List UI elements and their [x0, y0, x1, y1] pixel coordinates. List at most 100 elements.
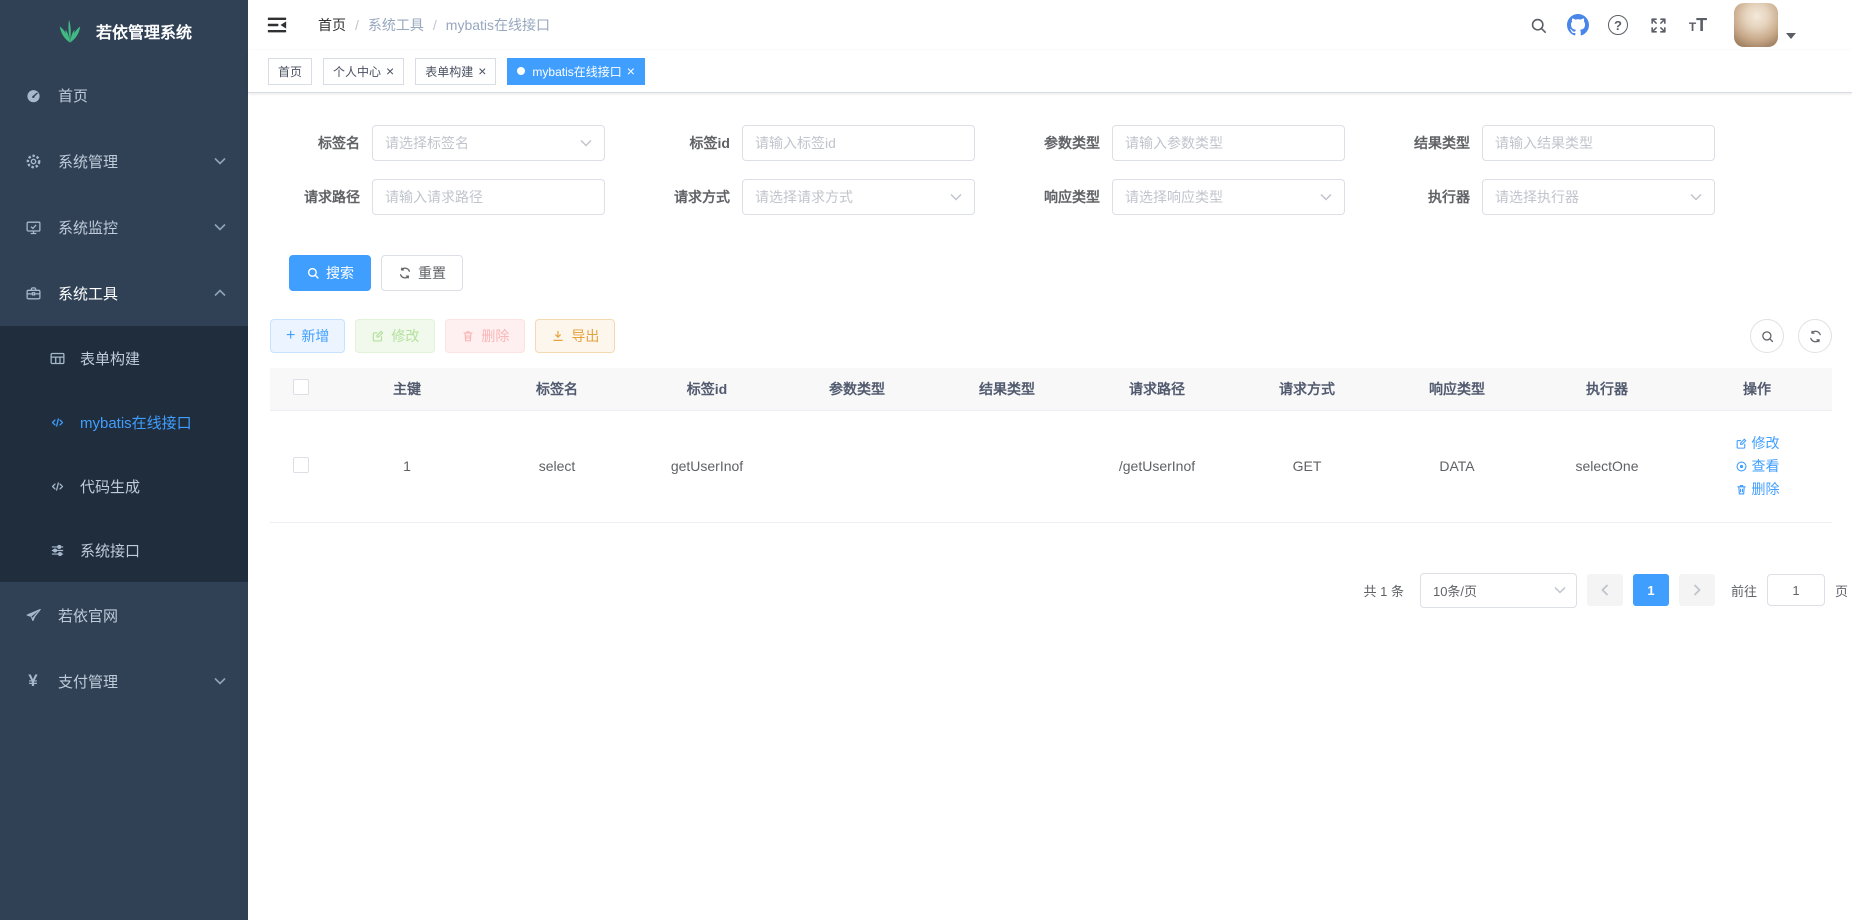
col-result-type: 结果类型 — [932, 368, 1082, 410]
fold-icon — [266, 14, 288, 36]
result-type-field-wrap — [1482, 125, 1715, 161]
gear-icon — [24, 152, 42, 170]
prev-page-button[interactable] — [1587, 574, 1623, 606]
tab-label: 个人中心 — [333, 63, 381, 80]
edit-icon — [1735, 437, 1748, 450]
font-size-button[interactable]: TT — [1678, 0, 1718, 50]
export-button-label: 导出 — [571, 326, 599, 346]
paper-plane-icon — [24, 606, 42, 624]
cell-tag-id: getUserInof — [632, 410, 782, 522]
chevron-left-icon — [1601, 584, 1609, 596]
close-icon[interactable]: × — [386, 64, 394, 78]
breadcrumb-home[interactable]: 首页 — [318, 15, 346, 35]
tab-home[interactable]: 首页 — [268, 58, 312, 85]
page-unit-label: 页 — [1835, 581, 1848, 600]
tag-name-select[interactable]: 请选择标签名 — [372, 125, 605, 161]
request-method-select[interactable]: 请选择请求方式 — [742, 179, 975, 215]
sidebar-item-code-gen[interactable]: 代码生成 — [0, 454, 248, 518]
github-icon — [1567, 14, 1589, 36]
request-path-input[interactable] — [385, 189, 592, 205]
export-button[interactable]: 导出 — [535, 319, 615, 353]
row-edit-link[interactable]: 修改 — [1735, 433, 1780, 453]
sidebar-item-system-manage[interactable]: 系统管理 — [0, 128, 248, 194]
close-icon[interactable]: × — [478, 64, 486, 78]
select-placeholder: 请选择请求方式 — [755, 187, 950, 207]
sidebar-fold-button[interactable] — [262, 10, 292, 40]
search-button[interactable]: 搜索 — [289, 255, 371, 291]
next-page-button[interactable] — [1679, 574, 1715, 606]
sidebar-item-label: 系统工具 — [58, 283, 118, 304]
search-icon — [306, 266, 320, 280]
row-edit-label: 修改 — [1752, 433, 1780, 453]
top-navbar: 首页 / 系统工具 / mybatis在线接口 ? — [248, 0, 1852, 50]
edit-icon — [371, 329, 385, 343]
row-delete-link[interactable]: 删除 — [1735, 479, 1780, 499]
goto-page-input[interactable] — [1767, 574, 1825, 606]
refresh-button[interactable] — [1798, 319, 1832, 353]
param-type-input[interactable] — [1125, 135, 1332, 151]
add-button[interactable]: + 新增 — [270, 319, 345, 353]
tab-form-builder[interactable]: 表单构建 × — [415, 58, 496, 85]
row-checkbox[interactable] — [293, 457, 309, 473]
executor-select[interactable]: 请选择执行器 — [1482, 179, 1715, 215]
trash-icon — [1735, 483, 1748, 496]
help-button[interactable]: ? — [1598, 0, 1638, 50]
toggle-search-button[interactable] — [1750, 319, 1784, 353]
sidebar-item-payment-manage[interactable]: ¥ 支付管理 — [0, 648, 248, 714]
breadcrumb-separator: / — [355, 17, 359, 33]
tab-profile[interactable]: 个人中心 × — [323, 58, 404, 85]
sidebar: 若依管理系统 首页 系统管理 系统监控 系统工具 — [0, 0, 248, 920]
sidebar-item-mybatis-api[interactable]: mybatis在线接口 — [0, 390, 248, 454]
row-view-link[interactable]: 查看 — [1735, 456, 1780, 476]
fullscreen-icon — [1649, 16, 1668, 35]
question-icon: ? — [1608, 15, 1628, 35]
tab-mybatis-api[interactable]: mybatis在线接口 × — [507, 58, 645, 85]
tag-id-input[interactable] — [755, 135, 962, 151]
chevron-down-icon — [1690, 193, 1702, 201]
chevron-down-icon — [214, 223, 226, 231]
sidebar-item-system-tools[interactable]: 系统工具 — [0, 260, 248, 326]
filter-row-2: 请求路径 请求方式 请选择请求方式 响应类型 请选择响应类型 — [270, 179, 1832, 215]
request-path-field-wrap — [372, 179, 605, 215]
search-actions: 搜索 重置 — [289, 255, 1832, 291]
sidebar-item-official-site[interactable]: 若依官网 — [0, 582, 248, 648]
download-icon — [551, 329, 565, 343]
system-tools-submenu: 表单构建 mybatis在线接口 代码生成 系统接口 — [0, 326, 248, 582]
close-icon[interactable]: × — [627, 64, 635, 78]
cell-param-type — [782, 410, 932, 522]
search-icon — [1760, 329, 1775, 344]
cell-response-type: DATA — [1382, 410, 1532, 522]
header-search-button[interactable] — [1518, 0, 1558, 50]
reset-button[interactable]: 重置 — [381, 255, 463, 291]
sidebar-item-home[interactable]: 首页 — [0, 62, 248, 128]
col-tag-id: 标签id — [632, 368, 782, 410]
main-area: 首页 / 系统工具 / mybatis在线接口 ? — [248, 0, 1852, 920]
delete-button[interactable]: 删除 — [445, 319, 525, 353]
page-size-select[interactable]: 10条/页 — [1420, 573, 1577, 608]
result-type-input[interactable] — [1495, 135, 1702, 151]
toolbar-right — [1750, 319, 1832, 353]
caret-down-icon — [1786, 33, 1796, 39]
data-table: 主键 标签名 标签id 参数类型 结果类型 请求路径 请求方式 响应类型 执行器… — [270, 368, 1832, 523]
user-menu[interactable] — [1734, 3, 1796, 47]
active-dot-icon — [517, 67, 525, 75]
fullscreen-button[interactable] — [1638, 0, 1678, 50]
github-link-button[interactable] — [1558, 0, 1598, 50]
page-1-button[interactable]: 1 — [1633, 574, 1669, 606]
search-icon — [1529, 16, 1548, 35]
app-logo[interactable]: 若依管理系统 — [0, 0, 248, 62]
sidebar-item-form-builder[interactable]: 表单构建 — [0, 326, 248, 390]
add-button-label: 新增 — [301, 326, 329, 346]
plus-icon: + — [286, 328, 295, 344]
select-all-checkbox[interactable] — [293, 379, 309, 395]
response-type-select[interactable]: 请选择响应类型 — [1112, 179, 1345, 215]
reset-button-label: 重置 — [418, 263, 446, 283]
sidebar-item-label: 支付管理 — [58, 671, 118, 692]
sidebar-item-label: 首页 — [58, 85, 88, 106]
filter-label-response-type: 响应类型 — [1010, 187, 1100, 207]
sidebar-item-system-api[interactable]: 系统接口 — [0, 518, 248, 582]
sidebar-item-system-monitor[interactable]: 系统监控 — [0, 194, 248, 260]
edit-button[interactable]: 修改 — [355, 319, 435, 353]
goto-label: 前往 — [1731, 581, 1757, 600]
table-toolbar: + 新增 修改 删除 导出 — [270, 319, 1832, 353]
